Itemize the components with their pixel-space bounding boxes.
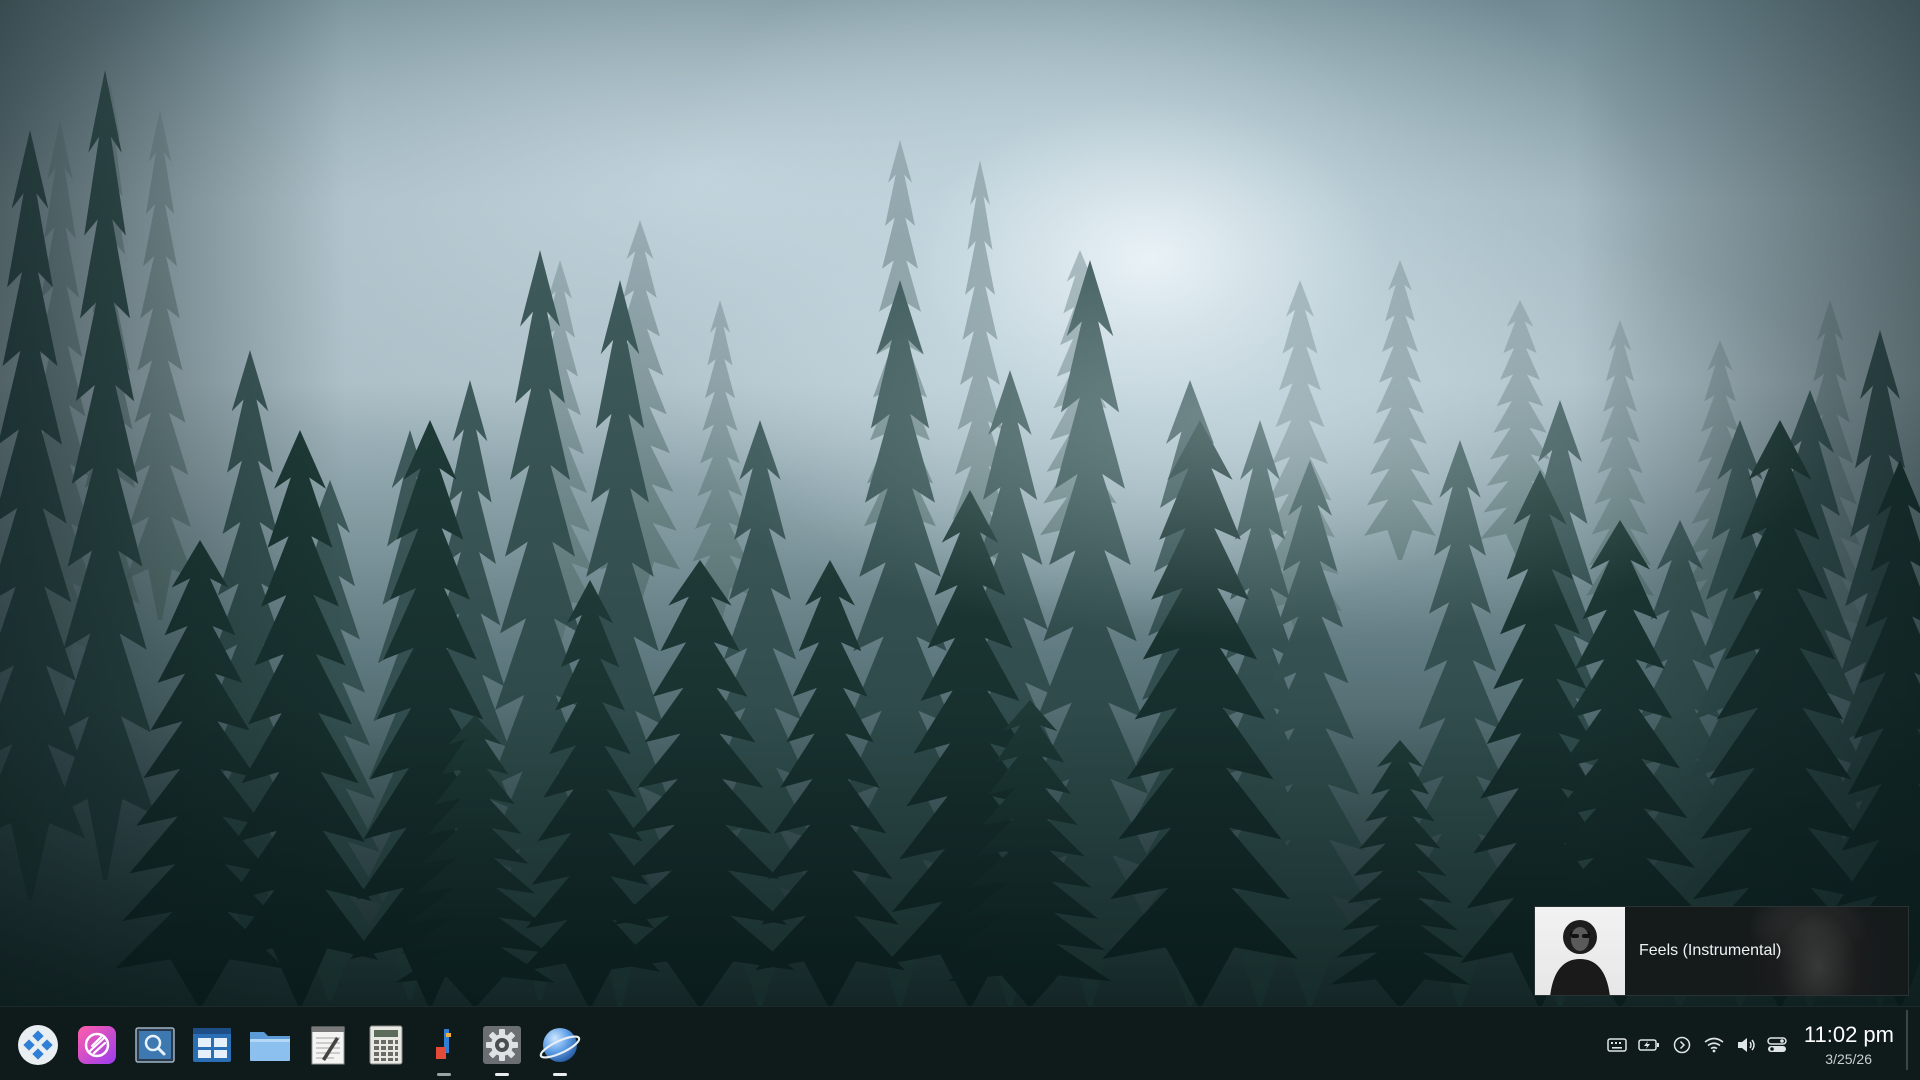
search-app-icon: [135, 1027, 175, 1063]
running-indicator: [553, 1073, 567, 1076]
wifi-icon: [1704, 1037, 1724, 1053]
system-settings-button[interactable]: [480, 1023, 524, 1076]
app-launcher-button[interactable]: [16, 1023, 60, 1067]
battery-icon: [1638, 1039, 1659, 1051]
creative-app-button[interactable]: [75, 1023, 119, 1067]
text-editor-button[interactable]: [306, 1023, 350, 1067]
toggles-icon: [1767, 1037, 1787, 1052]
fog-overlay: [0, 0, 1920, 1006]
search-app-button[interactable]: [133, 1023, 177, 1067]
creative-app-icon: [78, 1026, 116, 1064]
quick-toggles-button[interactable]: [1766, 1034, 1788, 1056]
desktop-wallpaper: [0, 0, 1920, 1006]
volume-button[interactable]: [1735, 1034, 1757, 1056]
running-indicator: [495, 1073, 509, 1076]
battery-button[interactable]: [1638, 1034, 1660, 1056]
web-browser-button[interactable]: [538, 1023, 582, 1076]
track-title: Feels (Instrumental): [1639, 942, 1782, 959]
media-notification[interactable]: Feels (Instrumental): [1534, 906, 1909, 996]
keyboard-layout-icon: [1607, 1038, 1627, 1052]
album-art: [1535, 907, 1625, 995]
file-manager-icon: [250, 1032, 290, 1061]
network-button[interactable]: [1703, 1034, 1725, 1056]
taskbar: [0, 1006, 1920, 1080]
system-monitor-icon: [193, 1028, 231, 1062]
music-player-button[interactable]: [422, 1023, 466, 1076]
text-editor-icon: [311, 1026, 345, 1065]
clock-date[interactable]: 3/25/26: [1825, 1051, 1872, 1067]
keyboard-layout-button[interactable]: [1606, 1034, 1628, 1056]
system-settings-icon: [483, 1026, 521, 1064]
calculator-button[interactable]: [364, 1023, 408, 1067]
music-player-icon: [436, 1029, 451, 1059]
clock-time[interactable]: 11:02 pm: [1804, 1022, 1894, 1048]
volume-icon: [1738, 1038, 1755, 1052]
media-play-icon: [1673, 1036, 1691, 1054]
show-desktop-handle[interactable]: [1906, 1010, 1908, 1070]
system-monitor-button[interactable]: [190, 1023, 234, 1067]
calculator-icon: [369, 1025, 403, 1065]
file-manager-button[interactable]: [248, 1023, 292, 1067]
media-controls-button[interactable]: [1671, 1034, 1693, 1056]
running-indicator: [437, 1073, 451, 1076]
app-launcher-icon: [18, 1025, 58, 1065]
web-browser-icon: [539, 1028, 581, 1062]
